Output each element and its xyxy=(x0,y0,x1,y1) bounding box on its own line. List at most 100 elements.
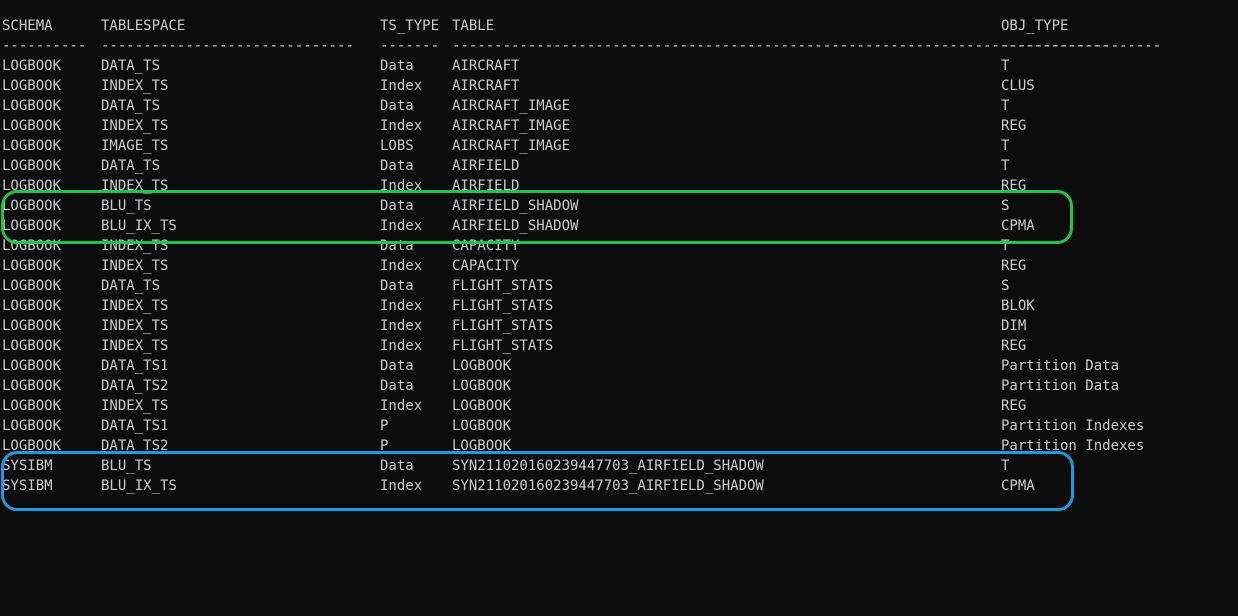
cell-table: AIRCRAFT xyxy=(452,78,520,94)
cell-tablespace: BLU_TS xyxy=(101,458,152,474)
cell-tablespace: INDEX_TS xyxy=(101,338,169,354)
table-row: LOGBOOK BLU_TS Data AIRFIELD_SHADOW S xyxy=(0,196,1238,216)
cell-tablespace: DATA_TS xyxy=(101,98,161,114)
cell-table: AIRFIELD_SHADOW xyxy=(452,198,579,214)
cell-table: LOGBOOK xyxy=(452,398,512,414)
cell-ts-type: Index xyxy=(380,298,423,314)
cell-table: AIRFIELD_SHADOW xyxy=(452,218,579,234)
cell-ts-type: Index xyxy=(380,258,423,274)
cell-ts-type: Index xyxy=(380,78,423,94)
cell-obj-type: REG xyxy=(1001,398,1027,414)
cell-tablespace: INDEX_TS xyxy=(101,178,169,194)
separator-ts-type: ------- xyxy=(380,38,440,54)
cell-schema: LOGBOOK xyxy=(2,98,62,114)
table-row: LOGBOOK DATA_TS Data AIRCRAFT_IMAGE T xyxy=(0,96,1238,116)
cell-ts-type: Index xyxy=(380,478,423,494)
cell-tablespace: INDEX_TS xyxy=(101,298,169,314)
cell-schema: LOGBOOK xyxy=(2,338,62,354)
cell-table: LOGBOOK xyxy=(452,358,512,374)
cell-ts-type: Index xyxy=(380,178,423,194)
cell-tablespace: DATA_TS xyxy=(101,278,161,294)
table-row: LOGBOOK IMAGE_TS LOBS AIRCRAFT_IMAGE T xyxy=(0,136,1238,156)
table-row: SYSIBM BLU_TS Data SYN211020160239447703… xyxy=(0,456,1238,476)
cell-table: FLIGHT_STATS xyxy=(452,338,554,354)
table-row: LOGBOOK INDEX_TS Index FLIGHT_STATS REG xyxy=(0,336,1238,356)
cell-schema: LOGBOOK xyxy=(2,78,62,94)
terminal-window: SCHEMA TABLESPACE TS_TYPE TABLE OBJ_TYPE… xyxy=(0,0,1238,513)
cell-schema: LOGBOOK xyxy=(2,298,62,314)
cell-obj-type: S xyxy=(1001,198,1010,214)
cell-schema: LOGBOOK xyxy=(2,418,62,434)
cell-obj-type: REG xyxy=(1001,118,1027,134)
cell-obj-type: REG xyxy=(1001,178,1027,194)
cell-table: AIRCRAFT_IMAGE xyxy=(452,118,571,134)
cell-tablespace: INDEX_TS xyxy=(101,78,169,94)
cell-ts-type: Data xyxy=(380,98,414,114)
cell-tablespace: IMAGE_TS xyxy=(101,138,169,154)
cell-obj-type: DIM xyxy=(1001,318,1027,334)
table-row: SYSIBM BLU_IX_TS Index SYN21102016023944… xyxy=(0,476,1238,496)
cell-schema: LOGBOOK xyxy=(2,378,62,394)
cell-obj-type: S xyxy=(1001,278,1010,294)
cell-table: LOGBOOK xyxy=(452,378,512,394)
cell-obj-type: CPMA xyxy=(1001,218,1035,234)
table-row: LOGBOOK DATA_TS1 P LOGBOOK Partition Ind… xyxy=(0,416,1238,436)
separator-tablespace: ------------------------------ xyxy=(101,38,354,54)
cell-ts-type: P xyxy=(380,418,389,434)
cell-schema: LOGBOOK xyxy=(2,118,62,134)
table-row: LOGBOOK DATA_TS2 Data LOGBOOK Partition … xyxy=(0,376,1238,396)
cell-ts-type: Data xyxy=(380,358,414,374)
header-tablespace: TABLESPACE xyxy=(101,18,186,34)
cell-schema: LOGBOOK xyxy=(2,318,62,334)
cell-schema: LOGBOOK xyxy=(2,158,62,174)
cell-table: FLIGHT_STATS xyxy=(452,318,554,334)
cell-table: FLIGHT_STATS xyxy=(452,278,554,294)
cell-obj-type: CPMA xyxy=(1001,478,1035,494)
cell-ts-type: Data xyxy=(380,58,414,74)
cell-obj-type: T xyxy=(1001,458,1010,474)
header-obj-type: OBJ_TYPE xyxy=(1001,18,1069,34)
cell-tablespace: INDEX_TS xyxy=(101,318,169,334)
cell-table: LOGBOOK xyxy=(452,438,512,454)
table-row: LOGBOOK INDEX_TS Index CAPACITY REG xyxy=(0,256,1238,276)
cell-obj-type: Partition Data xyxy=(1001,378,1120,394)
table-row: LOGBOOK DATA_TS2 P LOGBOOK Partition Ind… xyxy=(0,436,1238,456)
cell-table: LOGBOOK xyxy=(452,418,512,434)
cell-table: SYN211020160239447703_AIRFIELD_SHADOW xyxy=(452,478,764,494)
cell-obj-type: Partition Data xyxy=(1001,358,1120,374)
header-row: SCHEMA TABLESPACE TS_TYPE TABLE OBJ_TYPE xyxy=(0,16,1238,36)
cell-obj-type: T xyxy=(1001,98,1010,114)
cell-tablespace: INDEX_TS xyxy=(101,118,169,134)
cell-table: AIRFIELD xyxy=(452,158,520,174)
table-row: LOGBOOK INDEX_TS Index AIRCRAFT CLUS xyxy=(0,76,1238,96)
cell-ts-type: Data xyxy=(380,158,414,174)
cell-ts-type: LOBS xyxy=(380,138,414,154)
cell-tablespace: INDEX_TS xyxy=(101,398,169,414)
cell-tablespace: DATA_TS1 xyxy=(101,358,169,374)
cell-ts-type: Data xyxy=(380,238,414,254)
table-row: LOGBOOK DATA_TS Data AIRCRAFT T xyxy=(0,56,1238,76)
cell-obj-type: REG xyxy=(1001,338,1027,354)
cell-tablespace: DATA_TS xyxy=(101,158,161,174)
cell-tablespace: BLU_IX_TS xyxy=(101,218,177,234)
cell-obj-type: REG xyxy=(1001,258,1027,274)
cell-ts-type: Index xyxy=(380,118,423,134)
cell-tablespace: DATA_TS2 xyxy=(101,438,169,454)
cell-ts-type: Index xyxy=(380,338,423,354)
table-row: LOGBOOK BLU_IX_TS Index AIRFIELD_SHADOW … xyxy=(0,216,1238,236)
cell-obj-type: T xyxy=(1001,58,1010,74)
table-row: LOGBOOK INDEX_TS Index AIRFIELD REG xyxy=(0,176,1238,196)
cell-obj-type: T xyxy=(1001,138,1010,154)
cell-schema: LOGBOOK xyxy=(2,198,62,214)
cell-schema: SYSIBM xyxy=(2,458,53,474)
cell-tablespace: INDEX_TS xyxy=(101,258,169,274)
cell-tablespace: DATA_TS2 xyxy=(101,378,169,394)
separator-obj-type: ------------------- xyxy=(1001,38,1162,54)
cell-ts-type: Data xyxy=(380,458,414,474)
cell-ts-type: Data xyxy=(380,198,414,214)
cell-table: FLIGHT_STATS xyxy=(452,298,554,314)
cell-table: SYN211020160239447703_AIRFIELD_SHADOW xyxy=(452,458,764,474)
cell-tablespace: DATA_TS1 xyxy=(101,418,169,434)
table-row: LOGBOOK INDEX_TS Index FLIGHT_STATS BLOK xyxy=(0,296,1238,316)
table-row: LOGBOOK INDEX_TS Data CAPACITY T xyxy=(0,236,1238,256)
